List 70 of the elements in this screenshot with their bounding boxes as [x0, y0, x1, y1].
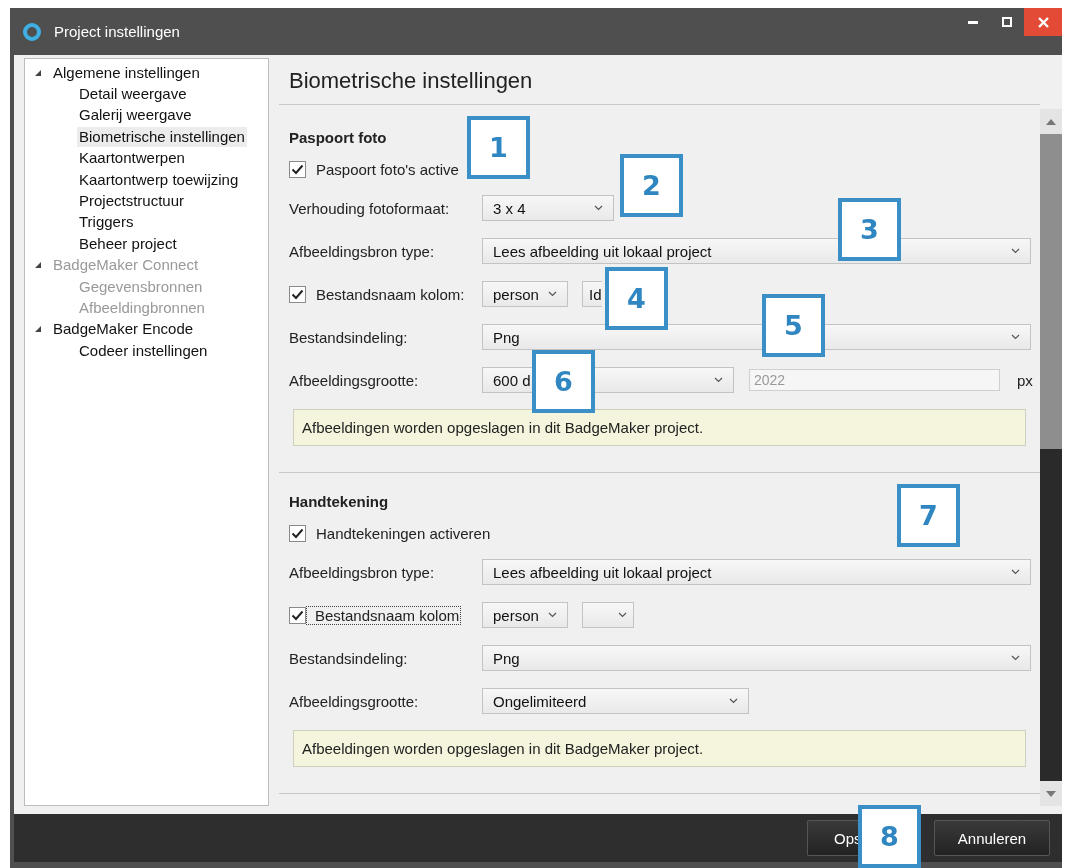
chevron-down-icon	[618, 612, 627, 618]
tree-item[interactable]: Algemene instellingen	[51, 62, 202, 83]
checkbox-label[interactable]: Paspoort foto's active	[315, 160, 460, 178]
chevron-down-icon	[714, 377, 723, 383]
cancel-button[interactable]: Annuleren	[934, 820, 1050, 856]
field-label: Afbeeldingsbron type:	[289, 242, 436, 260]
tree-item[interactable]: BadgeMaker Encode	[51, 319, 196, 340]
section-title: Paspoort foto	[289, 129, 387, 146]
close-icon	[1037, 16, 1049, 28]
checkbox-label[interactable]: Handtekeningen activeren	[315, 524, 492, 542]
section-title: Handtekening	[289, 493, 389, 510]
chevron-down-icon	[1011, 334, 1020, 340]
chevron-down-icon	[1011, 655, 1020, 661]
dropdown[interactable]: Ongelimiteerd	[482, 688, 749, 714]
chevron-down-icon	[729, 698, 738, 704]
checkbox-label[interactable]: Bestandsnaam kolom:	[315, 285, 466, 303]
collapse-icon[interactable]	[34, 68, 42, 77]
chevron-down-icon	[548, 291, 557, 297]
scrollbar-thumb[interactable]	[1040, 134, 1062, 449]
callout-number: 8	[858, 805, 921, 868]
tree-item[interactable]: Beheer project	[77, 233, 179, 254]
checkbox-label[interactable]: Bestandsnaam kolom	[307, 606, 461, 624]
chevron-down-icon	[594, 205, 603, 211]
tree-item[interactable]: Triggers	[77, 212, 136, 233]
checkbox[interactable]	[289, 606, 306, 624]
field-label: Afbeeldingsgrootte:	[289, 371, 420, 389]
window-title: Project instellingen	[54, 23, 180, 40]
dropdown[interactable]: 3 x 4	[482, 195, 614, 221]
field-label: Bestandsindeling:	[289, 649, 409, 667]
info-note: Afbeeldingen worden opgeslagen in dit BadgeMaker project.	[293, 730, 1026, 767]
callout-number: 2	[620, 154, 683, 217]
info-note: Afbeeldingen worden opgeslagen in dit BadgeMaker project.	[293, 409, 1026, 446]
dropdown[interactable]: Png	[482, 645, 1031, 671]
callout-number: 4	[605, 267, 668, 330]
callout-number: 5	[762, 294, 825, 357]
chevron-down-icon	[548, 612, 557, 618]
tree-item[interactable]: Galerij weergave	[77, 105, 194, 126]
field-label: Afbeeldingsgrootte:	[289, 692, 420, 710]
maximize-icon	[1002, 17, 1012, 27]
chevron-down-icon	[1011, 248, 1020, 254]
callout-number: 1	[467, 116, 530, 179]
callout-number: 3	[838, 198, 901, 261]
field-label: Bestandsindeling:	[289, 328, 409, 346]
tree-item[interactable]: Kaartontwerp toewijzing	[77, 169, 241, 190]
dropdown[interactable]: Id	[582, 281, 602, 307]
collapse-icon[interactable]	[34, 325, 42, 334]
tree-item[interactable]: Detail weergave	[77, 84, 189, 105]
scroll-up-icon[interactable]	[1046, 118, 1056, 125]
checkbox[interactable]	[289, 285, 306, 303]
chevron-down-icon	[1011, 569, 1020, 575]
tree-item[interactable]: Projectstructuur	[77, 191, 187, 212]
minimize-icon	[968, 20, 978, 24]
scrollbar[interactable]	[1040, 109, 1062, 806]
field-label: Verhouding fotoformaat:	[289, 199, 451, 217]
dropdown[interactable]: person	[482, 602, 568, 628]
callout-number: 7	[897, 484, 960, 547]
tree-item[interactable]: Codeer instellingen	[77, 340, 210, 361]
dropdown[interactable]: person	[482, 281, 568, 307]
checkbox[interactable]	[289, 160, 306, 178]
unit-label: px	[1017, 371, 1033, 389]
ring-logo-icon	[22, 21, 42, 42]
dropdown[interactable]: Lees afbeelding uit lokaal project	[482, 559, 1031, 585]
field-label: Afbeeldingsbron type:	[289, 563, 436, 581]
callout-number: 6	[532, 350, 595, 413]
close-button[interactable]	[1024, 8, 1062, 36]
scroll-down-icon[interactable]	[1046, 790, 1056, 797]
tree-item[interactable]: Kaartontwerpen	[77, 148, 187, 169]
tree-item[interactable]: Biometrische instellingen	[77, 126, 247, 147]
checkbox[interactable]	[289, 524, 306, 542]
page-heading: Biometrische instellingen	[289, 68, 533, 94]
